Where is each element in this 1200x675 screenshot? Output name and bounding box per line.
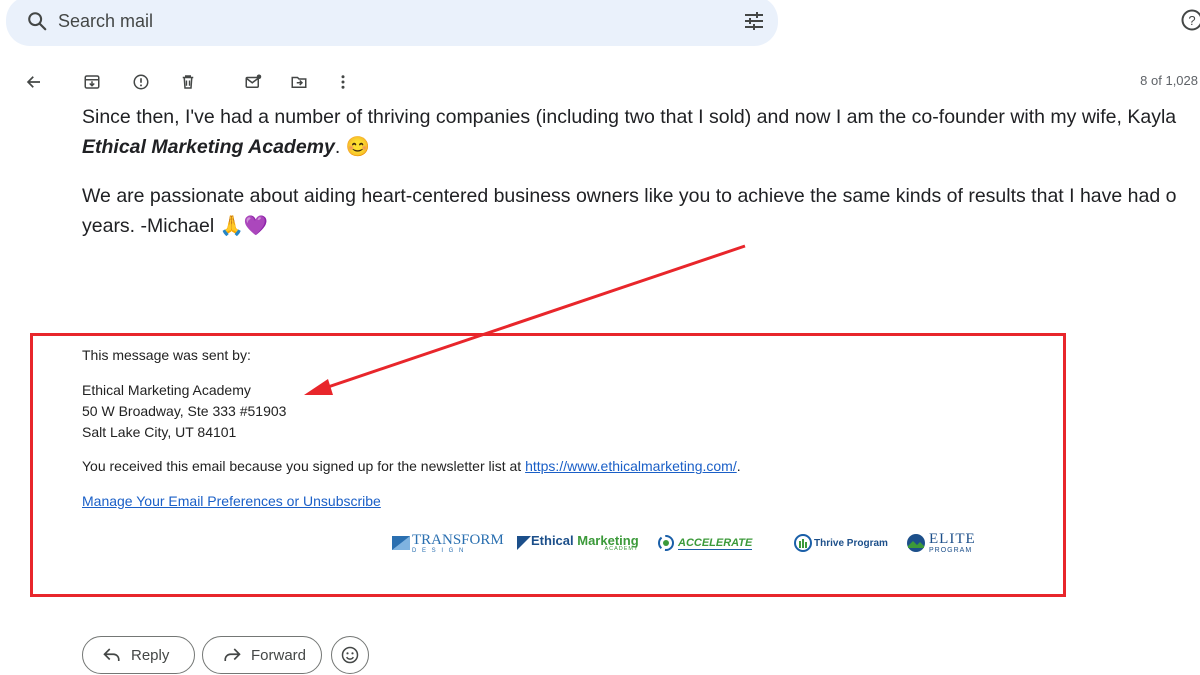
reply-label: Reply [131, 646, 170, 664]
reply-icon [103, 647, 121, 663]
red-arrow-annotation [304, 244, 746, 395]
forward-label: Forward [251, 646, 307, 664]
reply-button[interactable]: Reply [82, 636, 195, 674]
forward-button[interactable]: Forward [202, 636, 322, 674]
smiley-icon [340, 645, 360, 665]
emoji-reaction-button[interactable] [331, 636, 369, 674]
forward-icon [223, 647, 241, 663]
